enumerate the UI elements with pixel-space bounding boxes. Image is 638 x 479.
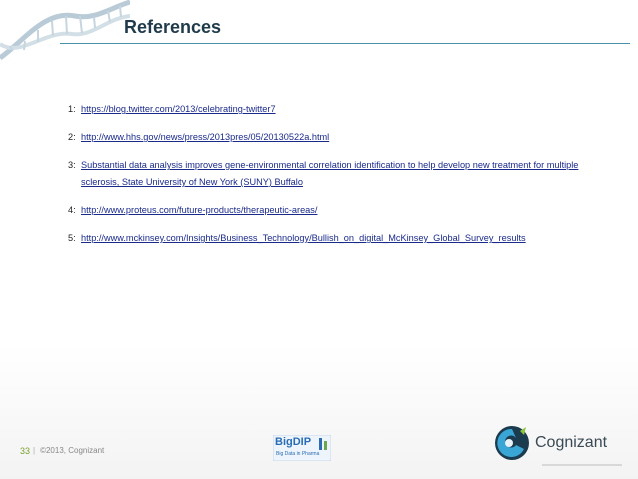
reference-link[interactable]: http://www.hhs.gov/news/press/2013pres/0… (81, 132, 329, 142)
reference-item: 3: Substantial data analysis improves ge… (68, 157, 608, 191)
bigdip-tagline: Big Data in Pharma (276, 451, 320, 457)
slide-title: References (124, 17, 222, 37)
reference-number: 1: (68, 104, 76, 114)
reference-number: 4: (68, 205, 76, 215)
reference-link[interactable]: http://www.mckinsey.com/Insights/Busines… (81, 233, 526, 243)
bigdip-logo: BigDIP Big Data in Pharma (273, 435, 331, 461)
logo-underline (542, 464, 622, 466)
reference-link[interactable]: http://www.proteus.com/future-products/t… (81, 205, 317, 215)
company-name: Cognizant (535, 434, 608, 451)
reference-item: 1: https://blog.twitter.com/2013/celebra… (68, 101, 608, 118)
cognizant-logo-icon (495, 426, 529, 460)
references-list: 1: https://blog.twitter.com/2013/celebra… (68, 101, 608, 258)
bigdip-name: BigDIP (275, 436, 312, 448)
copyright-label: ©2013, Cognizant (40, 446, 105, 455)
dna-helix-icon (0, 0, 130, 61)
reference-link[interactable]: https://blog.twitter.com/2013/celebratin… (81, 104, 276, 114)
copyright-text: | ©2013, Cognizant (33, 446, 104, 455)
page-number: 33 (20, 446, 31, 456)
footer-separator: | (33, 446, 36, 455)
slide: References 1: https://blog.twitter.com/2… (0, 0, 638, 479)
reference-number: 5: (68, 233, 76, 243)
reference-number: 3: (68, 160, 76, 170)
title-divider (60, 43, 630, 44)
reference-link[interactable]: Substantial data analysis improves gene-… (81, 160, 578, 187)
reference-number: 2: (68, 132, 76, 142)
reference-item: 4: http://www.proteus.com/future-product… (68, 202, 608, 219)
reference-item: 5: http://www.mckinsey.com/Insights/Busi… (68, 230, 608, 247)
reference-item: 2: http://www.hhs.gov/news/press/2013pre… (68, 129, 608, 146)
